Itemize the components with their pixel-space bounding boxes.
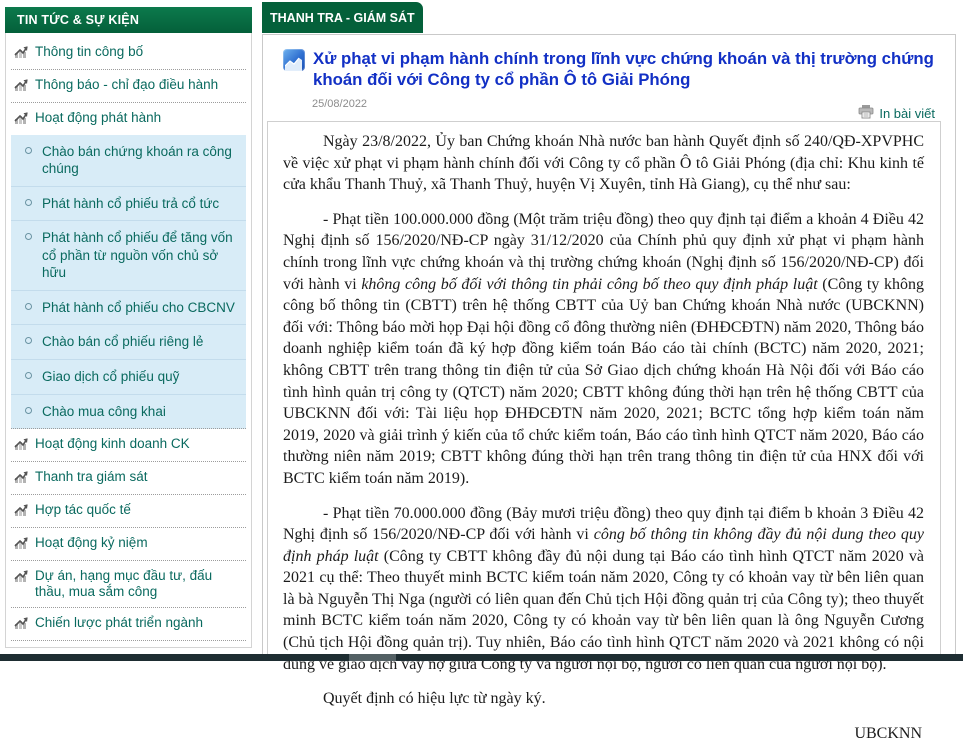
submenu-item-phat-hanh-cp-cbcnv[interactable]: Phát hành cổ phiếu cho CBCNV: [11, 291, 246, 326]
printer-icon: [858, 105, 874, 122]
submenu-item-label: Chào mua công khai: [42, 403, 166, 421]
sidebar-item-du-an-dau-tu[interactable]: Dự án, hạng mục đầu tư, đấu thầu, mua sắ…: [11, 561, 246, 609]
chart-up-icon: [14, 536, 29, 554]
sidebar-item-label: Dự án, hạng mục đầu tư, đấu thầu, mua sắ…: [35, 568, 244, 602]
article-signature: UBCKNN: [283, 723, 924, 744]
sidebar-item-thong-bao-chi-dao[interactable]: Thông báo - chỉ đạo điều hành: [11, 70, 246, 103]
chart-up-icon: [14, 470, 29, 488]
sidebar-item-label: Hoạt động kỷ niệm: [35, 535, 148, 552]
sidebar-item-label: Hoạt động phát hành: [35, 110, 161, 127]
submenu-item-chao-ban-cp-rieng-le[interactable]: Chào bán cổ phiếu riêng lẻ: [11, 325, 246, 360]
paragraph-effective-date: Quyết định có hiệu lực từ ngày ký.: [283, 688, 924, 710]
circle-bullet-icon: [25, 372, 32, 379]
sidebar-item-chien-luoc-phat-trien[interactable]: Chiến lược phát triển ngành: [11, 608, 246, 641]
sidebar-item-label: Hoạt động kinh doanh CK: [35, 436, 190, 453]
sidebar-item-thanh-tra-giam-sat[interactable]: Thanh tra giám sát: [11, 462, 246, 495]
chart-up-icon: [14, 503, 29, 521]
chart-up-icon: [14, 45, 29, 63]
circle-bullet-icon: [25, 199, 32, 206]
submenu-item-label: Chào bán cổ phiếu riêng lẻ: [42, 333, 203, 351]
article-panel: Xử phạt vi phạm hành chính trong lĩnh vự…: [262, 34, 956, 655]
sidebar-item-hop-tac-quoc-te[interactable]: Hợp tác quốc tế: [11, 495, 246, 528]
tab-thanh-tra-giam-sat[interactable]: THANH TRA - GIÁM SÁT: [262, 2, 423, 33]
chart-area-icon: [283, 49, 305, 71]
sidebar-item-label: Hợp tác quốc tế: [35, 502, 131, 519]
footer-bar: [0, 654, 963, 661]
sidebar-item-hoat-dong-ky-niem[interactable]: Hoạt động kỷ niệm: [11, 528, 246, 561]
chart-up-icon: [14, 111, 29, 129]
article-body: Ngày 23/8/2022, Ủy ban Chứng khoán Nhà n…: [268, 122, 940, 744]
main-content: THANH TRA - GIÁM SÁT Xử phạt vi phạm hàn…: [262, 2, 956, 654]
circle-bullet-icon: [25, 407, 32, 414]
paragraph-fine-70m: - Phạt tiền 70.000.000 đồng (Bảy mươi tr…: [283, 503, 924, 676]
circle-bullet-icon: [25, 233, 32, 240]
submenu-item-chao-mua-cong-khai[interactable]: Chào mua công khai: [11, 395, 246, 429]
submenu-item-phat-hanh-cp-tra-co-tuc[interactable]: Phát hành cổ phiếu trả cổ tức: [11, 187, 246, 222]
submenu-hoat-dong-phat-hanh: Chào bán chứng khoán ra công chúng Phát …: [11, 135, 246, 429]
circle-bullet-icon: [25, 303, 32, 310]
submenu-item-label: Chào bán chứng khoán ra công chúng: [42, 143, 240, 178]
print-label: In bài viết: [879, 106, 935, 121]
submenu-item-label: Phát hành cổ phiếu trả cổ tức: [42, 195, 219, 213]
sidebar-item-label: Thanh tra giám sát: [35, 469, 148, 486]
submenu-item-giao-dich-cp-quy[interactable]: Giao dịch cổ phiếu quỹ: [11, 360, 246, 395]
chart-up-icon: [14, 616, 29, 634]
paragraph-intro: Ngày 23/8/2022, Ủy ban Chứng khoán Nhà n…: [283, 131, 924, 196]
sidebar-news-events: TIN TỨC & SỰ KIỆN Thông tin công bố Thôn…: [5, 7, 252, 648]
submenu-item-phat-hanh-cp-tang-von[interactable]: Phát hành cổ phiếu để tăng vốn cổ phần t…: [11, 221, 246, 291]
sidebar-menu: Thông tin công bố Thông báo - chỉ đạo đi…: [5, 33, 252, 648]
chart-up-icon: [14, 437, 29, 455]
submenu-item-label: Phát hành cổ phiếu để tăng vốn cổ phần t…: [42, 229, 240, 282]
submenu-item-label: Giao dịch cổ phiếu quỹ: [42, 368, 179, 386]
sidebar-item-label: Thông báo - chỉ đạo điều hành: [35, 77, 218, 94]
sidebar-item-label: Chiến lược phát triển ngành: [35, 615, 203, 632]
article-title: Xử phạt vi phạm hành chính trong lĩnh vự…: [313, 49, 935, 91]
circle-bullet-icon: [25, 337, 32, 344]
chart-up-icon: [14, 569, 29, 587]
submenu-item-chao-ban-ck-ra-cong-chung[interactable]: Chào bán chứng khoán ra công chúng: [11, 135, 246, 187]
sidebar-title: TIN TỨC & SỰ KIỆN: [5, 7, 252, 33]
sidebar-item-hoat-dong-phat-hanh[interactable]: Hoạt động phát hành: [11, 103, 246, 135]
circle-bullet-icon: [25, 147, 32, 154]
paragraph-text: (Công ty không công bố thông tin (CBTT) …: [283, 276, 924, 487]
paragraph-fine-100m: - Phạt tiền 100.000.000 đồng (Một trăm t…: [283, 209, 924, 490]
violation-italic-text: không công bố đối với thông tin phải côn…: [361, 276, 817, 293]
sidebar-item-thong-tin-cong-bo[interactable]: Thông tin công bố: [11, 37, 246, 70]
footer-accent-segment: [349, 654, 396, 661]
sidebar-item-hoat-dong-kinh-doanh-ck[interactable]: Hoạt động kinh doanh CK: [11, 429, 246, 462]
sidebar-item-label: Thông tin công bố: [35, 44, 143, 61]
paragraph-text: Quyết định có hiệu lực từ ngày ký.: [323, 690, 546, 707]
paragraph-text: Ngày 23/8/2022, Ủy ban Chứng khoán Nhà n…: [283, 133, 924, 193]
print-article-link[interactable]: In bài viết: [858, 105, 935, 122]
article-title-row: Xử phạt vi phạm hành chính trong lĩnh vự…: [263, 35, 955, 91]
chart-up-icon: [14, 78, 29, 96]
article-frame: Ngày 23/8/2022, Ủy ban Chứng khoán Nhà n…: [267, 121, 941, 654]
submenu-item-label: Phát hành cổ phiếu cho CBCNV: [42, 299, 235, 317]
